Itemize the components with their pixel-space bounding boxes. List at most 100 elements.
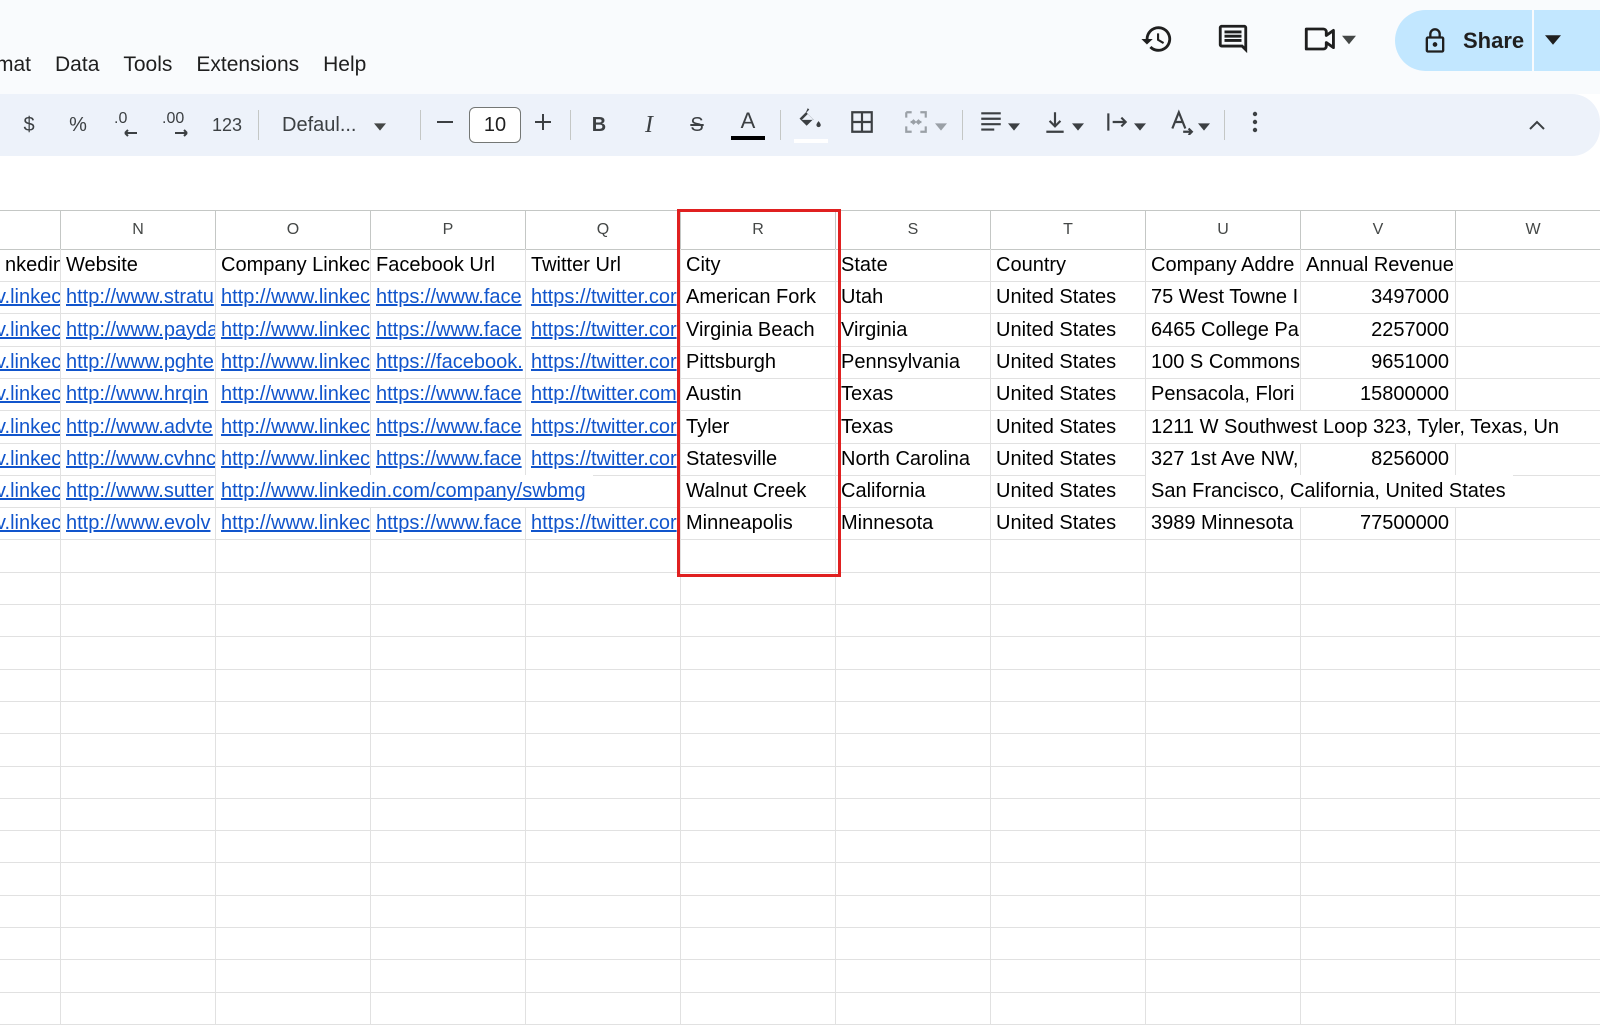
cell-q[interactable] (526, 701, 681, 734)
cell-n[interactable]: http://www.stratu (61, 281, 216, 314)
cell-u[interactable]: 6465 College Pa (1146, 313, 1301, 346)
cell-v[interactable]: 2257000 (1301, 313, 1456, 346)
cell-t[interactable] (991, 668, 1146, 701)
cell-s[interactable] (836, 895, 991, 927)
cell-t[interactable]: United States (991, 410, 1146, 443)
cell-p[interactable] (371, 668, 526, 701)
cell-u[interactable] (1146, 733, 1301, 766)
cell-t[interactable] (991, 765, 1146, 798)
cell-u[interactable] (1146, 959, 1301, 992)
cell-r[interactable] (681, 636, 836, 669)
cell-w[interactable] (1456, 281, 1600, 313)
cell-r[interactable]: Minneapolis (681, 507, 836, 540)
text-wrapping-button[interactable] (1098, 94, 1152, 156)
cell-r[interactable] (681, 733, 836, 766)
cell-o[interactable] (216, 733, 371, 766)
cell-m[interactable] (0, 765, 61, 798)
cell-u[interactable]: Pensacola, Flori (1146, 378, 1301, 411)
cell-n[interactable] (61, 572, 216, 604)
column-header-w[interactable]: W (1456, 211, 1600, 249)
cell-p[interactable] (371, 798, 526, 831)
cell-q[interactable] (526, 733, 681, 766)
cell-o[interactable]: Company Linkec (216, 249, 371, 281)
cell-o[interactable]: http://www.linkec (216, 345, 371, 378)
cell-s[interactable] (836, 636, 991, 669)
cell-p[interactable] (371, 604, 526, 637)
cell-q[interactable] (526, 668, 681, 701)
cell-r[interactable] (681, 539, 836, 572)
cell-v[interactable] (1301, 765, 1456, 798)
italic-button[interactable]: I (632, 94, 666, 156)
cell-u[interactable] (1146, 668, 1301, 701)
cell-m[interactable]: v.linkec (0, 378, 61, 411)
cell-m[interactable] (0, 636, 61, 669)
share-button[interactable]: Share (1395, 10, 1600, 71)
cell-t[interactable]: United States (991, 475, 1146, 508)
cell-r[interactable]: City (681, 249, 836, 281)
cell-r[interactable]: Austin (681, 378, 836, 411)
cell-w[interactable] (1456, 637, 1600, 669)
cell-s[interactable] (836, 572, 991, 604)
cell-m[interactable]: v.linkec (0, 507, 61, 540)
cell-q[interactable] (526, 539, 681, 572)
cell-q[interactable] (526, 765, 681, 798)
cell-v[interactable] (1301, 701, 1456, 734)
cell-t[interactable] (991, 572, 1146, 604)
cell-q[interactable] (526, 604, 681, 637)
cell-o[interactable] (216, 927, 371, 960)
cell-q[interactable]: https://twitter.cor (526, 345, 681, 378)
cell-r[interactable]: Walnut Creek (681, 475, 836, 508)
cell-u[interactable] (1146, 539, 1301, 572)
cell-v[interactable] (1301, 636, 1456, 669)
cell-t[interactable] (991, 604, 1146, 637)
cell-v[interactable]: 9651000 (1301, 345, 1456, 378)
menu-data[interactable]: Data (43, 50, 111, 80)
column-header-o[interactable]: O (216, 211, 371, 249)
cell-o[interactable] (216, 604, 371, 637)
cell-t[interactable] (991, 798, 1146, 831)
cell-m[interactable] (0, 733, 61, 766)
cell-w[interactable] (1456, 863, 1600, 895)
cell-n[interactable] (61, 765, 216, 798)
column-header-n[interactable]: N (61, 211, 216, 249)
cell-w[interactable] (1456, 992, 1600, 1024)
cell-m[interactable]: nkedin (0, 249, 61, 281)
more-options-button[interactable] (1238, 94, 1272, 156)
cell-n[interactable]: http://www.cvhnc (61, 442, 216, 475)
cell-v[interactable] (1301, 668, 1456, 701)
cell-u[interactable]: 1211 W Southwest Loop 323, Tyler, Texas,… (1146, 410, 1567, 443)
cell-p[interactable]: https://www.face (371, 442, 526, 475)
cell-r[interactable] (681, 572, 836, 604)
cell-s[interactable]: California (836, 475, 991, 508)
cell-n[interactable]: http://www.sutter (61, 475, 216, 508)
cell-s[interactable]: State (836, 249, 991, 281)
cell-r[interactable]: Pittsburgh (681, 345, 836, 378)
cell-u[interactable]: 327 1st Ave NW, (1146, 442, 1301, 475)
format-currency-button[interactable]: $ (14, 94, 44, 156)
cell-q[interactable] (526, 572, 681, 604)
cell-m[interactable]: v.linkec (0, 442, 61, 475)
cell-m[interactable] (0, 959, 61, 992)
cell-m[interactable] (0, 668, 61, 701)
cell-q[interactable]: https://twitter.cor (526, 281, 681, 314)
cell-p[interactable] (371, 959, 526, 992)
cell-u[interactable] (1146, 895, 1301, 927)
cell-q[interactable] (526, 927, 681, 960)
cell-o[interactable] (216, 636, 371, 669)
cell-u[interactable] (1146, 798, 1301, 831)
column-header-s[interactable]: S (836, 211, 991, 249)
cell-w[interactable] (1456, 766, 1600, 798)
cell-m[interactable] (0, 895, 61, 927)
cell-s[interactable] (836, 668, 991, 701)
cell-v[interactable] (1301, 862, 1456, 895)
font-size-input[interactable]: 10 (469, 107, 521, 143)
cell-u[interactable] (1146, 830, 1301, 863)
cell-o[interactable]: http://www.linkec (216, 281, 371, 314)
cell-t[interactable]: United States (991, 378, 1146, 411)
cell-q[interactable] (526, 862, 681, 895)
cell-p[interactable]: https://www.face (371, 410, 526, 443)
cell-w[interactable] (1456, 734, 1600, 766)
cell-r[interactable] (681, 604, 836, 637)
cell-m[interactable] (0, 572, 61, 604)
cell-v[interactable]: 3497000 (1301, 281, 1456, 314)
